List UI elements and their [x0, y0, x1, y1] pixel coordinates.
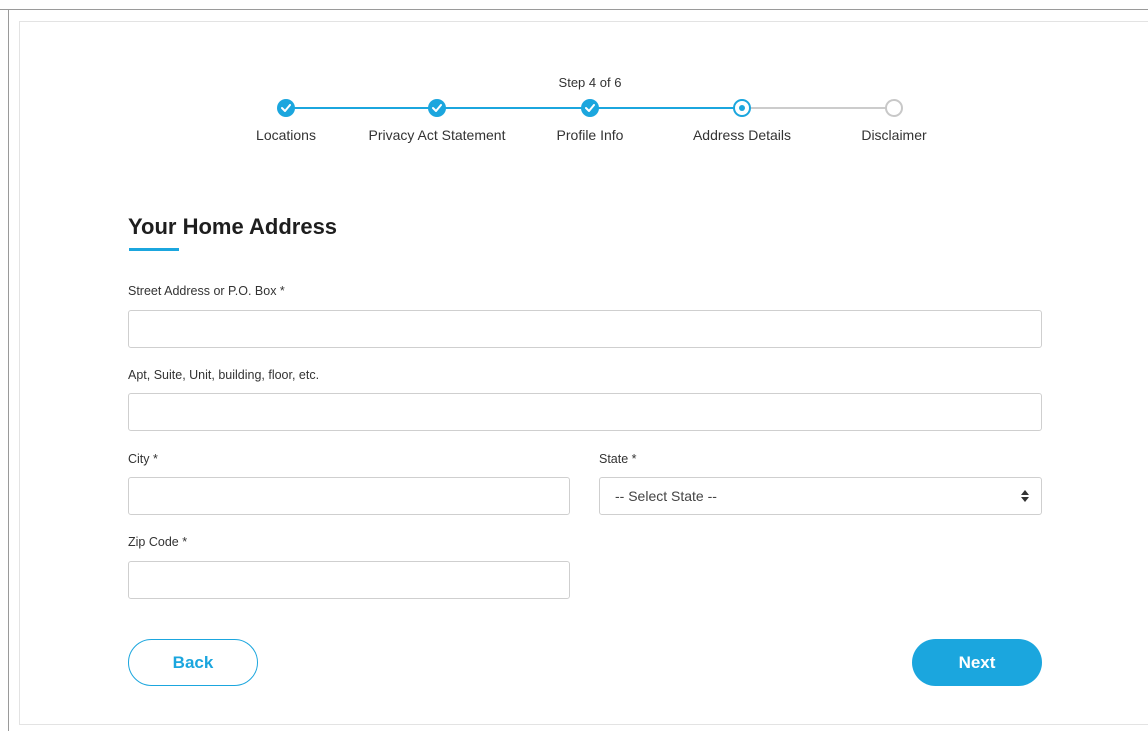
zip-code-input[interactable]	[128, 561, 570, 599]
step-disclaimer: Disclaimer	[814, 99, 974, 143]
next-button[interactable]: Next	[912, 639, 1042, 686]
step-label: Disclaimer	[861, 127, 927, 143]
state-label: State *	[599, 452, 637, 466]
step-label: Privacy Act Statement	[368, 127, 506, 143]
city-label: City *	[128, 452, 158, 466]
radio-dot-icon	[733, 99, 751, 117]
step-locations: Locations	[206, 99, 366, 143]
step-label: Locations	[256, 127, 316, 143]
step-profile-info: Profile Info	[510, 99, 670, 143]
state-select-value: -- Select State --	[615, 488, 717, 504]
street-address-input[interactable]	[128, 310, 1042, 348]
title-underline	[129, 248, 179, 251]
apt-suite-input[interactable]	[128, 393, 1042, 431]
step-privacy-act-statement: Privacy Act Statement	[357, 99, 517, 143]
window-top-bar	[0, 0, 1148, 10]
page-title: Your Home Address	[128, 214, 338, 239]
empty-circle-icon	[885, 99, 903, 117]
step-label: Address Details	[692, 127, 792, 143]
check-icon	[581, 99, 599, 117]
step-address-details: Address Details	[662, 99, 822, 143]
step-indicator: Step 4 of 6	[558, 75, 622, 90]
zip-code-label: Zip Code *	[128, 535, 188, 549]
state-select[interactable]: -- Select State --	[599, 477, 1042, 515]
back-button[interactable]: Back	[128, 639, 258, 686]
sort-arrows-icon	[1021, 490, 1029, 502]
check-icon	[277, 99, 295, 117]
street-address-label: Street Address or P.O. Box *	[128, 284, 285, 298]
window-left-border	[8, 9, 9, 731]
check-icon	[428, 99, 446, 117]
step-label: Profile Info	[556, 127, 624, 143]
apt-suite-label: Apt, Suite, Unit, building, floor, etc.	[128, 368, 320, 382]
city-input[interactable]	[128, 477, 570, 515]
